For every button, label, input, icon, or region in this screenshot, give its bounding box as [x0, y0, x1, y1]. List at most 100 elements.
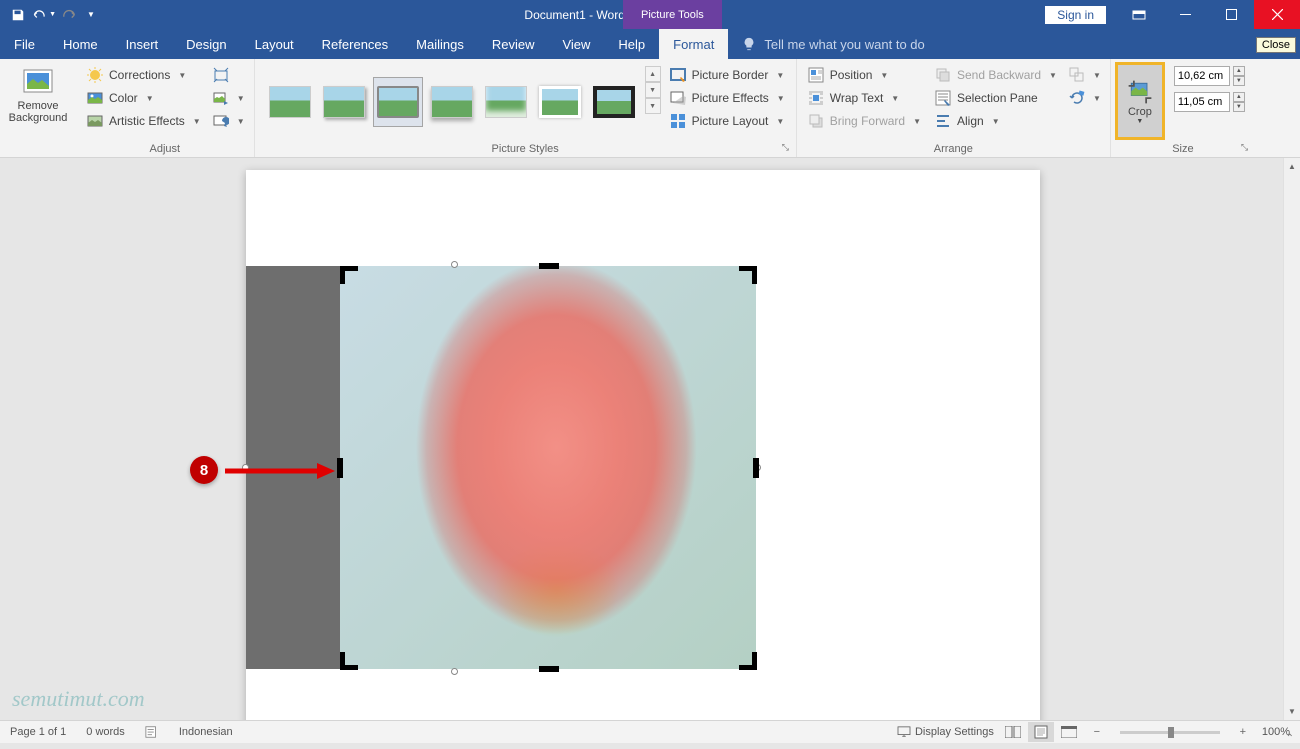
picture-layout-button[interactable]: Picture Layout▼ — [666, 110, 789, 132]
crop-handle-tr[interactable] — [739, 266, 757, 284]
tell-me-search[interactable]: Tell me what you want to do — [728, 29, 1252, 59]
crop-handle-tl[interactable] — [340, 266, 358, 284]
read-mode-button[interactable] — [1000, 722, 1026, 742]
color-label: Color — [109, 91, 138, 105]
web-layout-button[interactable] — [1056, 722, 1082, 742]
tab-help[interactable]: Help — [604, 29, 659, 59]
style-thumb-5[interactable] — [481, 77, 531, 127]
minimize-button[interactable] — [1162, 0, 1208, 29]
maximize-button[interactable] — [1208, 0, 1254, 29]
style-thumb-6[interactable] — [535, 77, 585, 127]
tab-design[interactable]: Design — [172, 29, 240, 59]
height-up[interactable]: ▲ — [1233, 66, 1245, 76]
rotate-button[interactable]: ▼ — [1067, 87, 1103, 109]
remove-background-button[interactable]: Remove Background — [4, 62, 72, 128]
width-up[interactable]: ▲ — [1233, 92, 1245, 102]
tab-review[interactable]: Review — [478, 29, 549, 59]
wrap-text-button[interactable]: Wrap Text▼ — [804, 87, 925, 109]
size-launcher[interactable]: ⤡ — [1241, 142, 1253, 154]
crop-handle-right[interactable] — [753, 458, 759, 478]
redo-button[interactable] — [58, 3, 82, 27]
style-thumb-3[interactable] — [373, 77, 423, 127]
tab-home[interactable]: Home — [49, 29, 112, 59]
zoom-out-button[interactable]: − — [1084, 722, 1110, 742]
position-button[interactable]: Position▼ — [804, 64, 925, 86]
sign-in-button[interactable]: Sign in — [1045, 6, 1106, 24]
picture-content — [340, 266, 756, 669]
tab-file[interactable]: File — [0, 29, 49, 59]
style-thumb-2[interactable] — [319, 77, 369, 127]
contextual-tab-label: Picture Tools — [623, 0, 722, 29]
scroll-up-button[interactable]: ▲ — [1284, 158, 1300, 175]
undo-button[interactable]: ▼ — [32, 3, 56, 27]
group-button: ▼ — [1067, 64, 1103, 86]
style-thumb-1[interactable] — [265, 77, 315, 127]
align-icon — [935, 113, 951, 129]
tab-insert[interactable]: Insert — [112, 29, 173, 59]
change-picture-button[interactable]: ▼ — [211, 87, 247, 109]
corrections-button[interactable]: Corrections▼ — [83, 64, 205, 86]
gallery-up-button[interactable]: ▲ — [645, 66, 661, 82]
style-thumb-7[interactable] — [589, 77, 639, 127]
compress-pictures-button[interactable] — [211, 64, 247, 86]
callout-arrow-8 — [225, 463, 335, 479]
qat-customize-button[interactable]: ▼ — [84, 3, 98, 27]
page-status[interactable]: Page 1 of 1 — [6, 726, 70, 738]
height-down[interactable]: ▼ — [1233, 76, 1245, 86]
width-down[interactable]: ▼ — [1233, 102, 1245, 112]
send-backward-button: Send Backward▼ — [931, 64, 1061, 86]
position-icon — [808, 67, 824, 83]
tab-layout[interactable]: Layout — [241, 29, 308, 59]
style-thumb-4[interactable] — [427, 77, 477, 127]
word-count[interactable]: 0 words — [82, 726, 129, 738]
sel-handle-bottom[interactable] — [451, 668, 458, 675]
width-input[interactable] — [1174, 92, 1230, 112]
layout-icon — [670, 113, 686, 129]
align-button[interactable]: Align▼ — [931, 110, 1061, 132]
print-layout-button[interactable] — [1028, 722, 1054, 742]
crop-handle-top[interactable] — [539, 263, 559, 269]
tab-format[interactable]: Format — [659, 29, 728, 59]
ribbon-display-button[interactable] — [1116, 0, 1162, 29]
tab-view[interactable]: View — [548, 29, 604, 59]
zoom-in-button[interactable]: + — [1230, 722, 1256, 742]
picture-styles-group-label: Picture Styles — [259, 141, 792, 157]
scroll-down-button[interactable]: ▼ — [1284, 703, 1300, 720]
zoom-slider[interactable] — [1120, 731, 1220, 734]
crop-handle-bottom[interactable] — [539, 666, 559, 672]
artistic-effects-button[interactable]: Artistic Effects▼ — [83, 110, 205, 132]
picture-style-gallery: ▲ ▼ ▼ — [259, 62, 663, 141]
group-icon — [1069, 67, 1085, 83]
language-status[interactable]: Indonesian — [175, 726, 237, 738]
title-bar: ▼ ▼ Document1 - Word Picture Tools Sign … — [0, 0, 1300, 29]
gallery-more-button[interactable]: ▼ — [645, 98, 661, 114]
vertical-scrollbar[interactable]: ▲ ▼ — [1283, 158, 1300, 720]
lightbulb-icon — [742, 37, 756, 51]
watermark: semutimut.com — [12, 686, 145, 712]
quick-access-toolbar: ▼ ▼ — [0, 3, 104, 27]
crop-handle-bl[interactable] — [340, 652, 358, 670]
picture-border-label: Picture Border — [692, 68, 769, 82]
rotate-handle[interactable] — [451, 261, 458, 268]
ribbon: Remove Background Corrections▼ Color▼ Ar… — [0, 59, 1300, 158]
spellcheck-status[interactable] — [141, 725, 163, 739]
collapse-ribbon-button[interactable]: ⌃ — [1286, 733, 1294, 744]
reset-picture-button[interactable]: ▼ — [211, 110, 247, 132]
crop-handle-br[interactable] — [739, 652, 757, 670]
group-picture-styles: ▲ ▼ ▼ Picture Border▼ Picture Effects▼ P… — [255, 59, 797, 157]
crop-handle-left[interactable] — [337, 458, 343, 478]
picture-border-button[interactable]: Picture Border▼ — [666, 64, 789, 86]
selection-pane-button[interactable]: Selection Pane — [931, 87, 1061, 109]
tab-mailings[interactable]: Mailings — [402, 29, 478, 59]
height-input[interactable] — [1174, 66, 1230, 86]
tab-references[interactable]: References — [308, 29, 402, 59]
zoom-thumb[interactable] — [1168, 727, 1174, 738]
display-settings[interactable]: Display Settings — [893, 726, 998, 738]
picture-effects-button[interactable]: Picture Effects▼ — [666, 87, 789, 109]
close-button[interactable] — [1254, 0, 1300, 29]
save-button[interactable] — [6, 3, 30, 27]
color-button[interactable]: Color▼ — [83, 87, 205, 109]
picture-styles-launcher[interactable]: ⤡ — [782, 142, 794, 154]
crop-button[interactable]: Crop ▼ — [1118, 65, 1162, 137]
gallery-down-button[interactable]: ▼ — [645, 82, 661, 98]
